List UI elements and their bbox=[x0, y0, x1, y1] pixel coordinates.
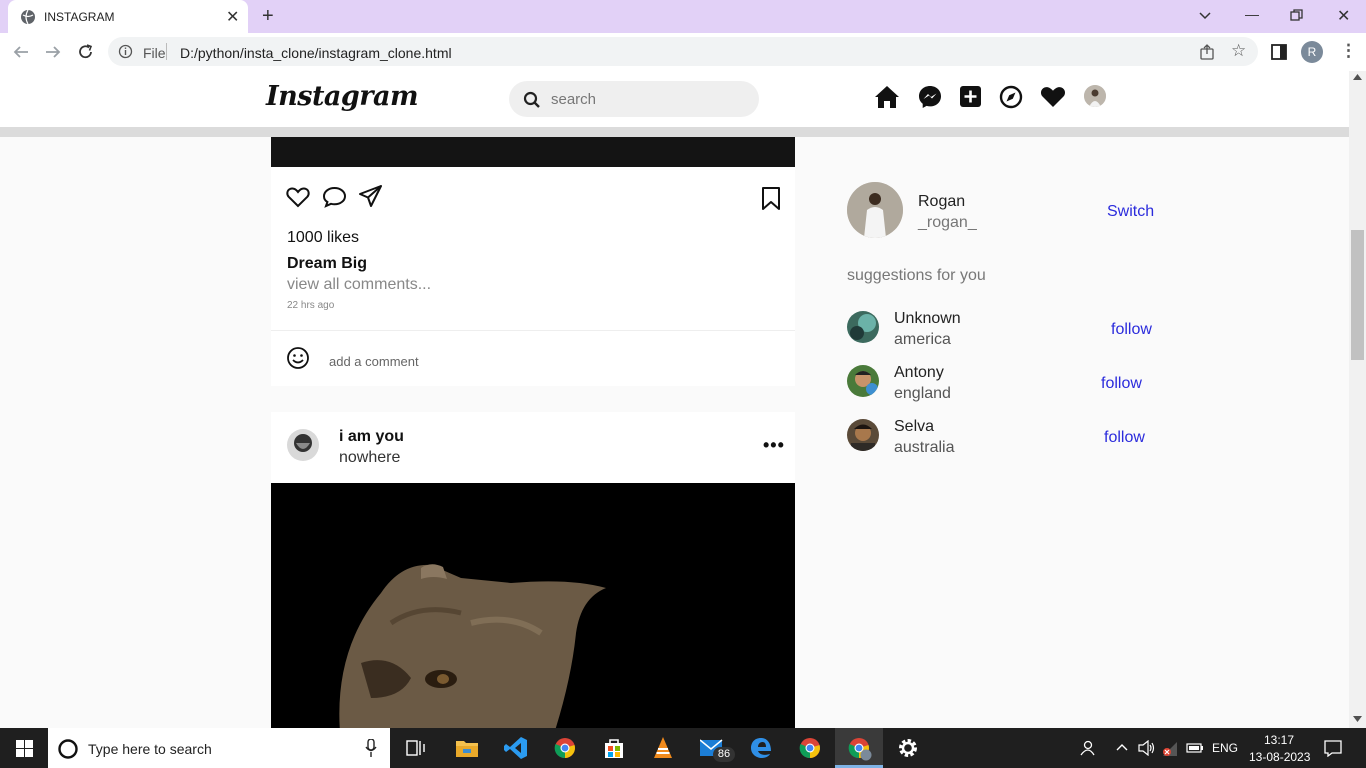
show-hidden-icons-chevron[interactable] bbox=[1116, 743, 1128, 751]
volume-icon[interactable] bbox=[1138, 740, 1156, 756]
current-user-name: Rogan bbox=[918, 193, 966, 210]
minimize-button[interactable]: — bbox=[1245, 6, 1259, 22]
task-view-icon[interactable] bbox=[406, 739, 426, 757]
switch-account-link[interactable]: Switch bbox=[1107, 203, 1154, 221]
clock-date[interactable]: 13-08-2023 bbox=[1249, 750, 1310, 764]
microphone-icon[interactable] bbox=[365, 739, 377, 758]
post-caption: Dream Big bbox=[287, 255, 368, 272]
suggestion-avatar[interactable] bbox=[847, 311, 879, 343]
windows-start-icon[interactable] bbox=[16, 740, 33, 757]
like-icon[interactable] bbox=[286, 186, 310, 208]
scroll-up-arrow-icon[interactable] bbox=[1353, 74, 1362, 80]
suggestion-place: america bbox=[894, 331, 951, 348]
settings-gear-icon[interactable] bbox=[897, 737, 919, 759]
network-disconnected-icon[interactable] bbox=[1162, 741, 1180, 757]
post-username[interactable]: i am you bbox=[339, 428, 404, 446]
save-bookmark-icon[interactable] bbox=[761, 186, 781, 211]
edge-icon[interactable] bbox=[750, 737, 772, 759]
clock-time[interactable]: 13:17 bbox=[1264, 733, 1294, 747]
battery-icon[interactable] bbox=[1186, 742, 1204, 754]
current-user-avatar[interactable] bbox=[847, 182, 903, 238]
tab-search-icon[interactable] bbox=[1198, 9, 1212, 23]
cheetah-photo bbox=[271, 483, 795, 728]
info-icon[interactable] bbox=[118, 44, 133, 59]
globe-icon bbox=[21, 9, 35, 25]
post-image bbox=[271, 137, 795, 167]
suggestion-place: england bbox=[894, 385, 951, 402]
store-icon[interactable] bbox=[603, 737, 625, 759]
suggestion-name[interactable]: Selva bbox=[894, 418, 934, 436]
chrome-icon[interactable] bbox=[799, 737, 821, 759]
home-icon[interactable] bbox=[873, 84, 901, 110]
bookmark-star-icon[interactable]: ☆ bbox=[1231, 41, 1246, 61]
mail-badge: 86 bbox=[713, 747, 735, 762]
page-viewport: Instagram search 1000 likes Dream Big vi… bbox=[0, 71, 1349, 728]
notifications-icon[interactable] bbox=[1324, 740, 1342, 757]
suggestion-name[interactable]: Unknown bbox=[894, 310, 961, 328]
suggestion-place: australia bbox=[894, 439, 955, 456]
url-scheme-label: File bbox=[143, 45, 166, 61]
new-tab-button[interactable]: + bbox=[262, 5, 274, 28]
post-location: nowhere bbox=[339, 449, 401, 466]
heart-icon[interactable] bbox=[1040, 86, 1066, 108]
restore-button[interactable] bbox=[1290, 9, 1303, 22]
chrome-profile-icon[interactable] bbox=[848, 737, 872, 761]
share-icon[interactable] bbox=[1199, 44, 1216, 60]
post-header bbox=[271, 412, 795, 483]
follow-button[interactable]: follow bbox=[1111, 321, 1152, 339]
suggestion-avatar[interactable] bbox=[847, 419, 879, 451]
suggestions-title: suggestions for you bbox=[847, 267, 986, 284]
back-arrow-icon[interactable] bbox=[12, 44, 30, 60]
follow-button[interactable]: follow bbox=[1101, 375, 1142, 393]
current-user-handle: _rogan_ bbox=[918, 214, 977, 231]
post-image-cheetah bbox=[271, 483, 795, 728]
vscode-icon[interactable] bbox=[504, 736, 528, 760]
scrollbar-track[interactable] bbox=[1349, 71, 1366, 728]
tab-title: INSTAGRAM bbox=[44, 10, 115, 24]
close-window-button[interactable]: ✕ bbox=[1337, 6, 1350, 26]
emoji-icon[interactable] bbox=[286, 346, 310, 370]
url-text[interactable]: D:/python/insta_clone/instagram_clone.ht… bbox=[180, 45, 452, 61]
profile-avatar-button[interactable]: R bbox=[1301, 41, 1323, 63]
cortana-circle-icon bbox=[58, 739, 78, 759]
search-placeholder: search bbox=[551, 91, 597, 108]
search-input[interactable] bbox=[509, 81, 759, 117]
vlc-icon[interactable] bbox=[652, 736, 674, 760]
menu-dots-icon[interactable]: ⋮ bbox=[1340, 41, 1357, 61]
view-comments-link[interactable]: view all comments... bbox=[287, 276, 431, 294]
messenger-icon[interactable] bbox=[918, 85, 942, 109]
more-options-icon[interactable]: ••• bbox=[763, 435, 785, 456]
header-divider bbox=[0, 127, 1349, 137]
comment-input[interactable]: add a comment bbox=[329, 354, 419, 369]
file-explorer-icon[interactable] bbox=[455, 738, 479, 758]
post-divider bbox=[271, 330, 795, 331]
instagram-logo[interactable]: Instagram bbox=[266, 81, 419, 112]
scrollbar-thumb[interactable] bbox=[1351, 230, 1364, 360]
suggestion-name[interactable]: Antony bbox=[894, 364, 944, 382]
post-author-avatar[interactable] bbox=[287, 429, 319, 461]
url-separator bbox=[166, 43, 167, 60]
suggestion-avatar[interactable] bbox=[847, 365, 879, 397]
post-timestamp: 22 hrs ago bbox=[287, 300, 335, 311]
close-tab-icon[interactable]: ✕ bbox=[226, 7, 239, 27]
add-post-icon[interactable] bbox=[960, 86, 981, 107]
chrome-icon[interactable] bbox=[554, 737, 576, 759]
explore-icon[interactable] bbox=[999, 85, 1023, 109]
people-icon[interactable] bbox=[1079, 740, 1095, 756]
profile-avatar[interactable] bbox=[1084, 85, 1106, 107]
likes-count: 1000 likes bbox=[287, 229, 360, 246]
language-indicator[interactable]: ENG bbox=[1212, 741, 1238, 755]
reload-icon[interactable] bbox=[77, 43, 95, 61]
forward-arrow-icon[interactable] bbox=[44, 44, 62, 60]
search-icon bbox=[523, 91, 540, 108]
scroll-down-arrow-icon[interactable] bbox=[1353, 716, 1362, 722]
side-panel-icon[interactable] bbox=[1271, 44, 1287, 60]
share-post-icon[interactable] bbox=[358, 184, 384, 210]
taskbar-search-placeholder: Type here to search bbox=[88, 741, 212, 757]
follow-button[interactable]: follow bbox=[1104, 429, 1145, 447]
comment-icon[interactable] bbox=[322, 186, 347, 208]
